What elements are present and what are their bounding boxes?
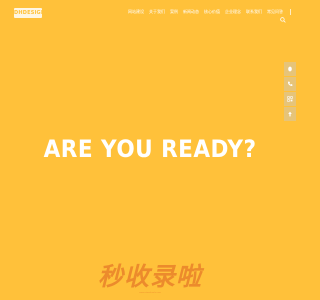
side-toolbar	[284, 62, 296, 121]
nav-item-philosophy[interactable]: 企业理念	[225, 9, 241, 15]
bottom-brand-text: 秒收录啦	[97, 262, 202, 291]
qrcode-icon[interactable]	[284, 92, 296, 106]
nav-divider	[290, 9, 291, 15]
phone-icon[interactable]	[284, 77, 296, 91]
nav-item-website[interactable]: 网站建设	[128, 9, 144, 15]
hero-title: ARE YOU READY?	[43, 135, 257, 163]
back-to-top-icon[interactable]	[284, 107, 296, 121]
nav-item-news[interactable]: 新闻动态	[183, 9, 199, 15]
nav-item-cases[interactable]: 案例	[170, 9, 178, 15]
qq-icon[interactable]	[284, 62, 296, 76]
bottom-caption: www.miaoshoulu.com	[139, 292, 161, 294]
site-logo[interactable]: DHDESIGN	[14, 8, 42, 18]
top-nav: 网站建设 关于我们 案例 新闻动态 核心价值 企业理念 联系我们 常见问答	[128, 9, 293, 15]
nav-item-contact[interactable]: 联系我们	[246, 9, 262, 15]
nav-item-values[interactable]: 核心价值	[204, 9, 220, 15]
nav-item-about[interactable]: 关于我们	[149, 9, 165, 15]
search-icon[interactable]	[280, 8, 286, 23]
